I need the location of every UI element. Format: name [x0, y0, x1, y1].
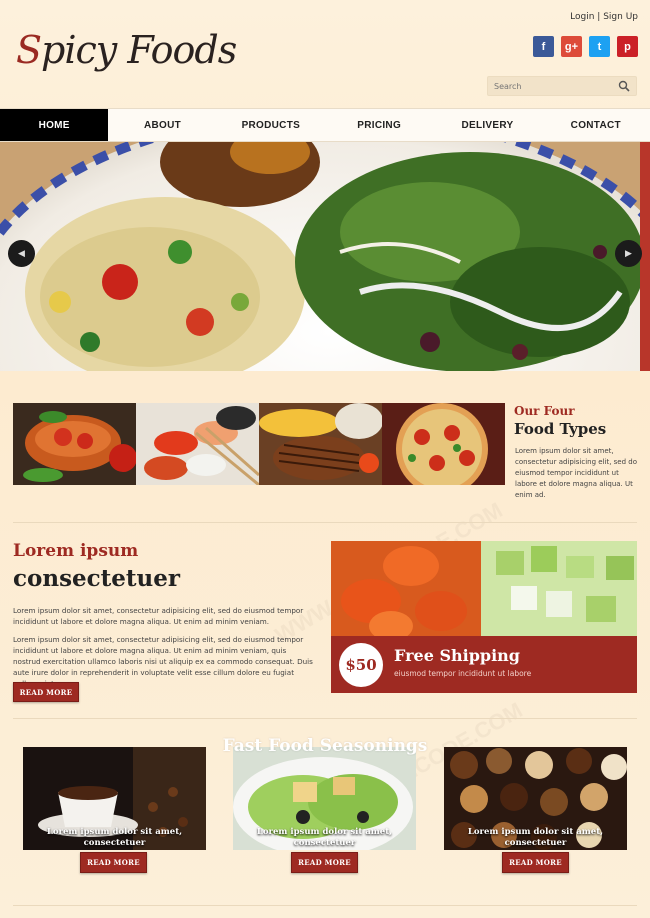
- seasonings-title: Fast Food Seasonings: [222, 736, 428, 756]
- lorem-heading-main: consectetuer: [13, 565, 181, 592]
- hero-food-image: [0, 142, 650, 371]
- nav-contact[interactable]: CONTACT: [542, 109, 650, 141]
- login-link[interactable]: Login: [570, 12, 594, 22]
- nav-delivery[interactable]: DELIVERY: [433, 109, 541, 141]
- chevron-right-icon: ▶: [625, 248, 632, 259]
- lorem-heading-accent: Lorem ipsum: [13, 541, 139, 561]
- site-header: Spicy Foods Login | Sign Up f g+ t p: [0, 0, 650, 108]
- food-tile-pizza[interactable]: [382, 403, 505, 485]
- site-logo[interactable]: Spicy Foods: [16, 28, 237, 72]
- social-links: f g+ t p: [533, 36, 638, 57]
- nav-products[interactable]: PRODUCTS: [217, 109, 325, 141]
- pinterest-icon[interactable]: p: [617, 36, 638, 57]
- search-box: [487, 76, 637, 96]
- section-divider: [13, 718, 637, 719]
- read-more-button[interactable]: READ MORE: [13, 682, 79, 702]
- hero-slider: ◀ ▶: [0, 142, 650, 371]
- card-caption: Lorem ipsum dolor sit amet, consectetuer: [467, 827, 604, 848]
- food-types-heading: Food Types: [514, 420, 607, 438]
- search-icon[interactable]: [618, 80, 630, 92]
- vegetables-image: [331, 541, 637, 636]
- shipping-title: Free Shipping: [394, 646, 520, 665]
- signup-link[interactable]: Sign Up: [603, 12, 638, 22]
- main-nav: HOME ABOUT PRODUCTS PRICING DELIVERY CON…: [0, 108, 650, 142]
- twitter-icon[interactable]: t: [589, 36, 610, 57]
- card-caption: Lorem ipsum dolor sit amet, consectetuer: [256, 827, 393, 848]
- food-types-kicker: Our Four: [514, 404, 575, 418]
- seasoning-card-coffee[interactable]: Lorem ipsum dolor sit amet, consectetuer: [23, 747, 206, 850]
- google-plus-icon[interactable]: g+: [561, 36, 582, 57]
- card-read-more-button[interactable]: READ MORE: [80, 852, 147, 873]
- section-divider: [13, 522, 637, 523]
- facebook-icon[interactable]: f: [533, 36, 554, 57]
- card-read-more-button[interactable]: READ MORE: [291, 852, 358, 873]
- footer-divider: [13, 905, 637, 906]
- card-read-more-button[interactable]: READ MORE: [502, 852, 569, 873]
- lorem-paragraph-1: Lorem ipsum dolor sit amet, consectetur …: [13, 606, 304, 626]
- nav-home[interactable]: HOME: [0, 109, 109, 141]
- auth-separator: |: [594, 12, 604, 22]
- food-tile-grilled-meat[interactable]: [259, 403, 382, 485]
- free-shipping-banner[interactable]: $50 Free Shipping eiusmod tempor incidid…: [331, 636, 637, 693]
- food-types-text: Lorem ipsum dolor sit amet, consectetur …: [515, 447, 638, 499]
- food-types-gallery: [13, 403, 505, 485]
- auth-links: Login | Sign Up: [570, 12, 638, 22]
- seasoning-card-chocolates[interactable]: Lorem ipsum dolor sit amet, consectetuer: [444, 747, 627, 850]
- shipping-price-badge: $50: [339, 643, 383, 687]
- lorem-paragraph-2: Lorem ipsum dolor sit amet, consectetur …: [13, 635, 313, 688]
- slider-next-button[interactable]: ▶: [615, 240, 642, 267]
- nav-about[interactable]: ABOUT: [108, 109, 216, 141]
- seasoning-card-salad[interactable]: Lorem ipsum dolor sit amet, consectetuer: [233, 747, 416, 850]
- card-caption: Lorem ipsum dolor sit amet, consectetuer: [46, 827, 183, 848]
- chevron-left-icon: ◀: [18, 248, 25, 259]
- food-tile-sushi[interactable]: [136, 403, 259, 485]
- shipping-subtitle: eiusmod tempor incididunt ut labore: [394, 669, 532, 678]
- food-tile-tomato-soup[interactable]: [13, 403, 136, 485]
- slider-prev-button[interactable]: ◀: [8, 240, 35, 267]
- search-input[interactable]: [494, 80, 612, 93]
- nav-pricing[interactable]: PRICING: [325, 109, 433, 141]
